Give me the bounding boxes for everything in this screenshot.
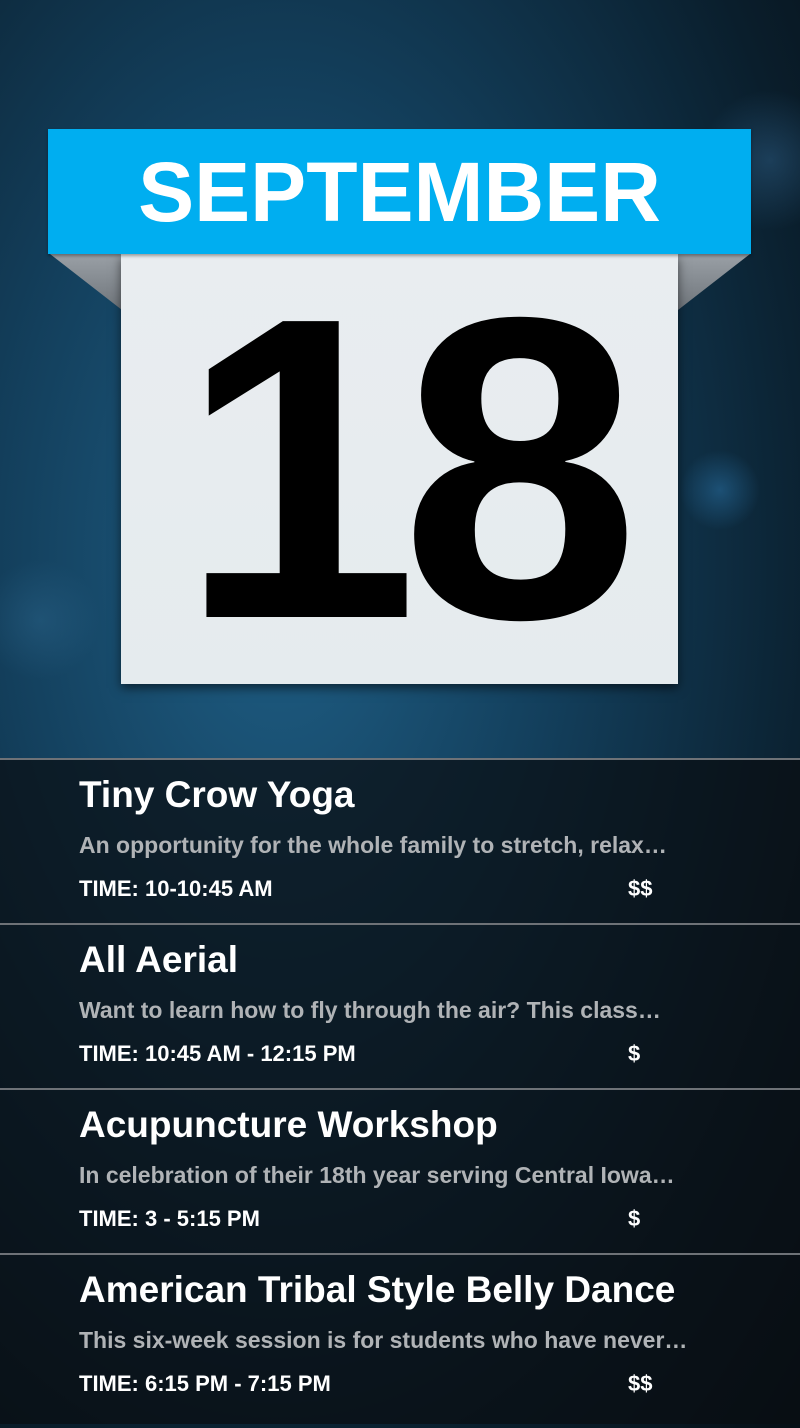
event-description: In celebration of their 18th year servin… <box>79 1162 675 1188</box>
calendar-month-label: SEPTEMBER <box>138 144 661 239</box>
event-description: This six-week session is for students wh… <box>79 1327 688 1353</box>
calendar-month-header: SEPTEMBER <box>48 129 751 254</box>
calendar-date-page: 18 <box>121 254 678 684</box>
event-item-all-aerial[interactable]: All Aerial Want to learn how to fly thro… <box>0 923 800 1088</box>
event-time: TIME: 3 - 5:15 PM <box>79 1206 260 1231</box>
event-description: Want to learn how to fly through the air… <box>79 997 661 1023</box>
calendar-left-fold <box>50 254 122 310</box>
event-price: $ <box>628 1041 641 1066</box>
event-price: $ <box>628 1206 641 1231</box>
calendar-day-number: 18 <box>179 229 639 709</box>
event-list: Tiny Crow Yoga An opportunity for the wh… <box>0 758 800 1428</box>
event-description: An opportunity for the whole family to s… <box>79 832 667 858</box>
event-title: American Tribal Style Belly Dance <box>79 1269 676 1310</box>
event-item-belly-dance[interactable]: American Tribal Style Belly Dance This s… <box>0 1253 800 1424</box>
event-price: $$ <box>628 1371 653 1396</box>
event-item-tiny-crow-yoga[interactable]: Tiny Crow Yoga An opportunity for the wh… <box>0 758 800 923</box>
event-item-acupuncture-workshop[interactable]: Acupuncture Workshop In celebration of t… <box>0 1088 800 1253</box>
calendar-screen: 18 SEPTEMBER Tiny Crow Yoga An opportuni… <box>0 0 800 1428</box>
event-time: TIME: 6:15 PM - 7:15 PM <box>79 1371 331 1396</box>
event-price: $$ <box>628 876 653 901</box>
event-title: Tiny Crow Yoga <box>79 774 355 815</box>
event-time: TIME: 10-10:45 AM <box>79 876 273 901</box>
event-title: Acupuncture Workshop <box>79 1104 498 1145</box>
event-time: TIME: 10:45 AM - 12:15 PM <box>79 1041 356 1066</box>
event-title: All Aerial <box>79 939 239 980</box>
calendar-right-fold <box>678 254 750 310</box>
